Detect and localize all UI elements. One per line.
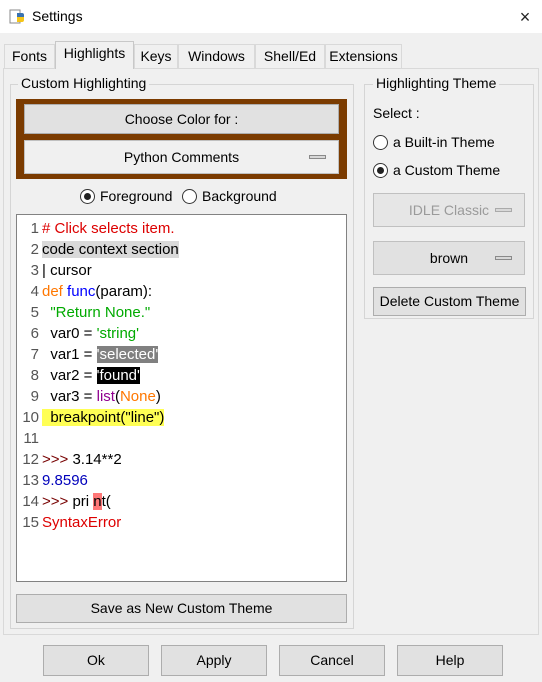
- line-number: 15: [22, 514, 39, 531]
- sample-string[interactable]: "Return None.": [50, 304, 150, 321]
- tab-highlights[interactable]: Highlights: [55, 41, 134, 69]
- sample-normal-text[interactable]: (param):: [95, 283, 152, 300]
- choose-color-button[interactable]: Choose Color for :: [24, 104, 339, 134]
- custom-theme-select[interactable]: brown: [373, 241, 525, 275]
- radio-selected-icon: [80, 188, 95, 204]
- custom-theme-radio[interactable]: a Custom Theme: [373, 162, 500, 178]
- builtin-theme-value: IDLE Classic: [408, 202, 490, 218]
- sample-keyword[interactable]: def: [42, 283, 63, 300]
- foreground-label: Foreground: [100, 188, 173, 204]
- line-number: 13: [22, 472, 39, 489]
- line-number: 9: [30, 388, 39, 405]
- select-label: Select :: [373, 105, 420, 121]
- sample-normal-text[interactable]: t(: [102, 493, 111, 510]
- line-number: 8: [30, 367, 39, 384]
- highlight-sample-text[interactable]: 1 # Click selects item. 2 code context sec…: [16, 214, 347, 582]
- element-select-menu[interactable]: Python Comments: [24, 140, 339, 174]
- sample-keyword[interactable]: None: [120, 388, 156, 405]
- delete-custom-theme-button[interactable]: Delete Custom Theme: [373, 287, 526, 316]
- sample-normal-text[interactable]: var0 =: [42, 325, 97, 342]
- apply-button[interactable]: Apply: [161, 645, 267, 676]
- sample-definition[interactable]: func: [67, 283, 95, 300]
- ok-button[interactable]: Ok: [43, 645, 149, 676]
- cancel-button[interactable]: Cancel: [279, 645, 385, 676]
- custom-highlighting-label: Custom Highlighting: [18, 75, 150, 91]
- sample-breakpoint[interactable]: breakpoint("line"): [42, 409, 165, 426]
- element-select-value: Python Comments: [123, 149, 240, 165]
- sample-normal-text[interactable]: var3 =: [42, 388, 97, 405]
- sample-shell-prompt[interactable]: >>>: [42, 451, 68, 468]
- sample-normal-text[interactable]: pri: [68, 493, 93, 510]
- tab-extensions[interactable]: Extensions: [325, 44, 402, 68]
- sample-stderr[interactable]: SyntaxError: [42, 514, 121, 531]
- line-number: 7: [30, 346, 39, 363]
- sample-comment[interactable]: # Click selects item.: [42, 220, 175, 237]
- sample-normal-text[interactable]: ): [156, 388, 161, 405]
- line-number: 6: [30, 325, 39, 342]
- line-number: 14: [22, 493, 39, 510]
- background-radio[interactable]: Background: [182, 188, 277, 204]
- sample-normal-text[interactable]: var1 =: [42, 346, 97, 363]
- line-number: 2: [30, 241, 39, 258]
- foreground-radio[interactable]: Foreground: [80, 188, 172, 204]
- radio-unselected-icon: [373, 134, 388, 150]
- tab-windows[interactable]: Windows: [178, 44, 255, 68]
- sample-error[interactable]: n: [93, 493, 102, 510]
- dropdown-indicator-icon: [495, 256, 512, 260]
- sample-builtin[interactable]: list: [97, 388, 115, 405]
- sample-selected[interactable]: 'selected': [96, 346, 159, 363]
- line-number: 4: [30, 283, 39, 300]
- custom-theme-label: a Custom Theme: [393, 162, 501, 178]
- dropdown-indicator-icon: [309, 155, 326, 159]
- tab-fonts[interactable]: Fonts: [4, 44, 55, 68]
- title-bar: Settings ×: [0, 0, 542, 33]
- sample-normal-text[interactable]: var2 =: [42, 367, 97, 384]
- custom-theme-value: brown: [429, 250, 469, 266]
- line-number: 3: [30, 262, 39, 279]
- line-number: 12: [22, 451, 39, 468]
- dropdown-indicator-icon: [495, 208, 512, 212]
- line-number: 1: [30, 220, 39, 237]
- sample-string[interactable]: 'string': [97, 325, 139, 342]
- sample-code-context[interactable]: code context section: [42, 241, 179, 258]
- close-icon[interactable]: ×: [508, 4, 542, 30]
- window-title: Settings: [32, 8, 83, 24]
- tab-keys[interactable]: Keys: [134, 44, 178, 68]
- save-custom-theme-button[interactable]: Save as New Custom Theme: [16, 594, 347, 623]
- python-app-icon: [9, 9, 24, 24]
- tab-shell-ed[interactable]: Shell/Ed: [255, 44, 325, 68]
- sample-found[interactable]: 'found': [96, 367, 140, 384]
- background-label: Background: [202, 188, 277, 204]
- sample-stdout[interactable]: 9.8596: [42, 472, 88, 489]
- builtin-theme-label: a Built-in Theme: [393, 134, 495, 150]
- radio-selected-icon: [373, 162, 388, 178]
- radio-unselected-icon: [182, 188, 197, 204]
- help-button[interactable]: Help: [397, 645, 503, 676]
- sample-cursor[interactable]: | cursor: [42, 262, 92, 279]
- line-number: 11: [23, 430, 39, 447]
- line-number: 10: [22, 409, 39, 426]
- builtin-theme-select[interactable]: IDLE Classic: [373, 193, 525, 227]
- highlighting-theme-label: Highlighting Theme: [373, 75, 500, 91]
- line-number: 5: [30, 304, 39, 321]
- builtin-theme-radio[interactable]: a Built-in Theme: [373, 134, 495, 150]
- sample-normal-text[interactable]: 3.14**2: [68, 451, 121, 468]
- sample-shell-prompt[interactable]: >>>: [42, 493, 68, 510]
